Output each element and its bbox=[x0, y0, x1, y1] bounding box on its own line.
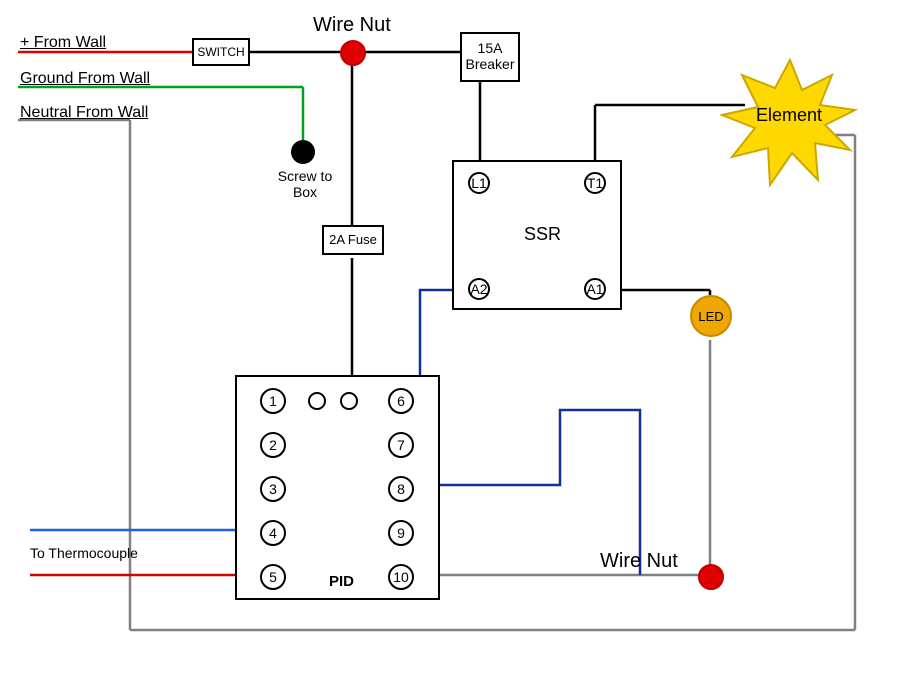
wall-neutral-label: Neutral From Wall bbox=[20, 104, 148, 122]
ssr-t1-pin: T1 bbox=[584, 172, 606, 194]
pid-pin-6: 6 bbox=[388, 388, 414, 414]
breaker-box: 15A Breaker bbox=[460, 32, 520, 82]
pid-pin-8: 8 bbox=[388, 476, 414, 502]
wall-ground-label: Ground From Wall bbox=[20, 70, 150, 88]
pid-pin-2: 2 bbox=[260, 432, 286, 458]
pid-pin-4: 4 bbox=[260, 520, 286, 546]
ssr-a1-pin: A1 bbox=[584, 278, 606, 300]
wire-nut-top-label: Wire Nut bbox=[313, 14, 391, 37]
pid-pin-3: 3 bbox=[260, 476, 286, 502]
switch-box: SWITCH bbox=[192, 38, 250, 66]
wall-positive-label: + From Wall bbox=[20, 34, 106, 52]
fuse-box: 2A Fuse bbox=[322, 225, 384, 255]
pid-dot-b bbox=[340, 392, 358, 410]
thermocouple-label: To Thermocouple bbox=[30, 545, 138, 561]
wiring-diagram: + From Wall Ground From Wall Neutral Fro… bbox=[0, 0, 900, 675]
wire-nut-bottom-label: Wire Nut bbox=[600, 550, 678, 573]
pid-pin-5: 5 bbox=[260, 564, 286, 590]
switch-label: SWITCH bbox=[197, 45, 244, 59]
led-label: LED bbox=[698, 309, 723, 324]
ground-screw-label: Screw to Box bbox=[270, 168, 340, 200]
pid-pin-9: 9 bbox=[388, 520, 414, 546]
fuse-label: 2A Fuse bbox=[329, 232, 377, 247]
wire-nut-top-icon bbox=[340, 40, 366, 66]
pid-pin-10: 10 bbox=[388, 564, 414, 590]
led-icon: LED bbox=[690, 295, 732, 337]
element-label: Element bbox=[756, 105, 822, 126]
pid-pin-1: 1 bbox=[260, 388, 286, 414]
pid-dot-a bbox=[308, 392, 326, 410]
ssr-l1-pin: L1 bbox=[468, 172, 490, 194]
ground-screw-icon bbox=[291, 140, 315, 164]
breaker-label: 15A Breaker bbox=[465, 40, 514, 72]
pid-pin-7: 7 bbox=[388, 432, 414, 458]
ssr-a2-pin: A2 bbox=[468, 278, 490, 300]
ssr-label: SSR bbox=[524, 224, 561, 245]
wire-nut-bottom-icon bbox=[698, 564, 724, 590]
pid-label: PID bbox=[329, 573, 354, 590]
